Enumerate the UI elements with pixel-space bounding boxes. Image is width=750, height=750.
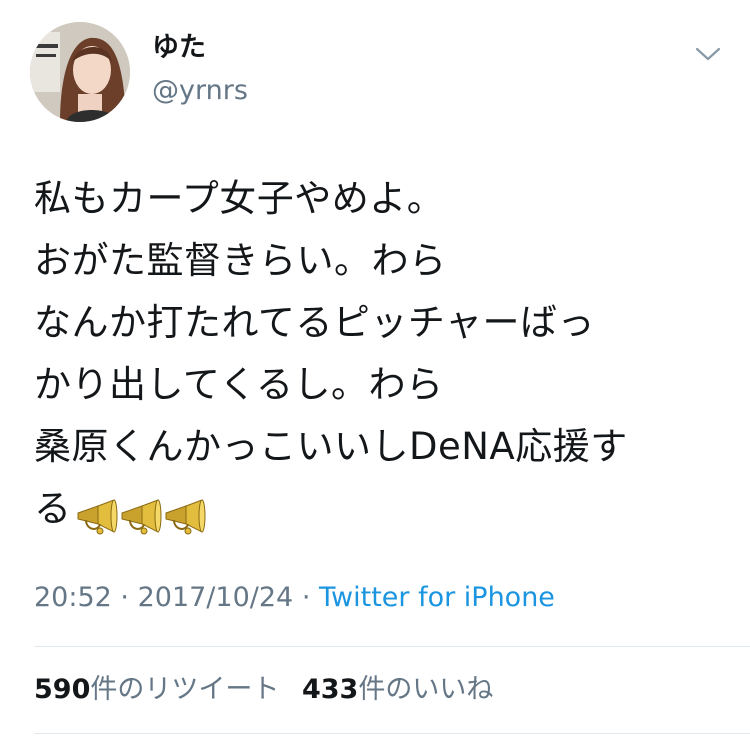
megaphone-icon [77, 498, 117, 534]
tweet-date[interactable]: 2017/10/24 [138, 582, 294, 613]
emoji-group [74, 484, 206, 546]
user-handle[interactable]: @yrnrs [152, 77, 248, 104]
tweet-line: 桑原くんかっこいいしDeNA応援す [34, 425, 628, 468]
retweets-stat[interactable]: 590件のリツイート [34, 674, 279, 705]
tweet-source-link[interactable]: Twitter for iPhone [319, 582, 555, 613]
retweets-label: 件のリツイート [90, 674, 280, 705]
display-name[interactable]: ゆた [152, 34, 206, 61]
tweet-line: かり出してくるし。わら [34, 363, 444, 406]
avatar[interactable] [30, 22, 130, 122]
tweet-card: ゆた @yrnrs 私もカープ女子やめよ。 おがた監督きらい。わら なんか打たれ… [0, 0, 750, 750]
megaphone-icon [165, 498, 205, 534]
divider [34, 646, 750, 647]
divider [34, 733, 750, 734]
likes-stat[interactable]: 433件のいいね [302, 674, 493, 705]
tweet-meta: 20:52 · 2017/10/24 · Twitter for iPhone [34, 580, 555, 616]
tweet-line: おがた監督きらい。わら [34, 239, 447, 282]
retweets-count: 590 [34, 674, 91, 705]
tweet-line: る [34, 487, 72, 530]
megaphone-icon [121, 498, 161, 534]
tweet-stats: 590件のリツイート 433件のいいね [34, 672, 507, 708]
tweet-line: なんか打たれてるピッチャーばっ [34, 301, 596, 344]
avatar-image [30, 22, 130, 122]
likes-label: 件のいいね [358, 674, 494, 705]
chevron-down-icon[interactable] [694, 44, 722, 64]
tweet-line: 私もカープ女子やめよ。 [34, 177, 445, 220]
meta-separator: · [120, 582, 129, 613]
tweet-header: ゆた @yrnrs [0, 0, 750, 140]
likes-count: 433 [301, 674, 359, 705]
meta-separator: · [301, 582, 311, 613]
tweet-text: 私もカープ女子やめよ。 おがた監督きらい。わら なんか打たれてるピッチャーばっ … [34, 168, 734, 546]
tweet-time[interactable]: 20:52 [34, 582, 112, 613]
